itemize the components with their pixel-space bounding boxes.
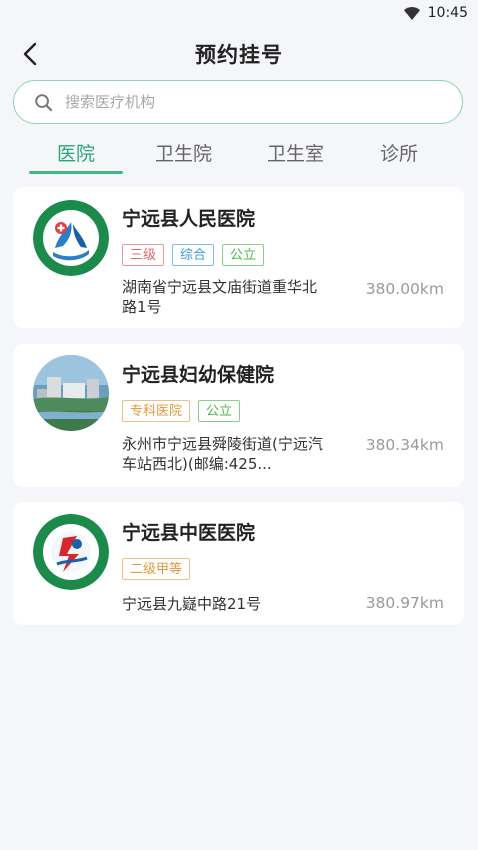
chevron-left-icon xyxy=(23,42,37,66)
tag-ownership: 公立 xyxy=(222,244,265,266)
category-tabs: 医院 卫生院 卫生室 诊所 xyxy=(0,130,478,174)
hospital-tags: 三级 综合 公立 xyxy=(122,244,265,266)
tab-label: 卫生院 xyxy=(155,142,213,165)
tab-hospital[interactable]: 医院 xyxy=(29,130,124,174)
hospital-name: 宁远县中医医院 xyxy=(122,522,256,544)
hospital-tags: 二级甲等 xyxy=(122,558,191,580)
hospital-logo-icon xyxy=(33,200,109,276)
status-bar: 10:45 xyxy=(0,0,478,26)
tag-level: 二级甲等 xyxy=(122,558,191,580)
tab-clinic[interactable]: 诊所 xyxy=(380,130,418,174)
hospital-address: 永州市宁远县舜陵街道(宁远汽车站西北)(邮编:425... xyxy=(122,435,323,473)
hospital-distance: 380.34km xyxy=(365,436,444,454)
status-time: 10:45 xyxy=(427,5,468,21)
hospital-card[interactable]: 宁远县人民医院 三级 综合 公立 湖南省宁远县文庙街道重华北路1号 380.00… xyxy=(13,187,464,328)
hospital-card[interactable]: 宁远县中医医院 二级甲等 宁远县九嶷中路21号 380.97km xyxy=(13,502,464,625)
search-icon xyxy=(35,93,53,111)
tag-level: 三级 xyxy=(122,244,165,266)
wifi-icon xyxy=(403,6,420,20)
hospital-card[interactable]: 宁远县妇幼保健院 专科医院 公立 永州市宁远县舜陵街道(宁远汽车站西北)(邮编:… xyxy=(13,344,464,487)
tab-health-center[interactable]: 卫生院 xyxy=(155,130,212,174)
building-photo xyxy=(33,355,109,431)
hospital-address: 宁远县九嶷中路21号 xyxy=(122,595,262,613)
page-title: 预约挂号 xyxy=(195,43,283,67)
tag-type: 专科医院 xyxy=(122,400,191,422)
search-bar[interactable] xyxy=(13,80,463,124)
tag-ownership: 公立 xyxy=(198,400,241,422)
back-button[interactable] xyxy=(14,38,46,70)
hospital-distance: 380.00km xyxy=(365,280,444,298)
hospital-tags: 专科医院 公立 xyxy=(122,400,241,422)
tag-type: 综合 xyxy=(172,244,215,266)
hospital-address: 湖南省宁远县文庙街道重华北路1号 xyxy=(122,278,318,316)
tcm-hospital-logo-icon xyxy=(33,514,109,590)
tab-label: 卫生室 xyxy=(267,142,325,165)
search-input[interactable] xyxy=(63,92,462,112)
tab-active-indicator xyxy=(29,171,124,174)
tab-clinic-room[interactable]: 卫生室 xyxy=(267,130,324,174)
tab-label: 诊所 xyxy=(380,142,419,165)
tab-label: 医院 xyxy=(57,142,96,165)
hospital-name: 宁远县妇幼保健院 xyxy=(122,364,275,386)
hospital-distance: 380.97km xyxy=(365,594,444,612)
hospital-name: 宁远县人民医院 xyxy=(122,208,256,230)
header: 预约挂号 xyxy=(0,26,478,82)
